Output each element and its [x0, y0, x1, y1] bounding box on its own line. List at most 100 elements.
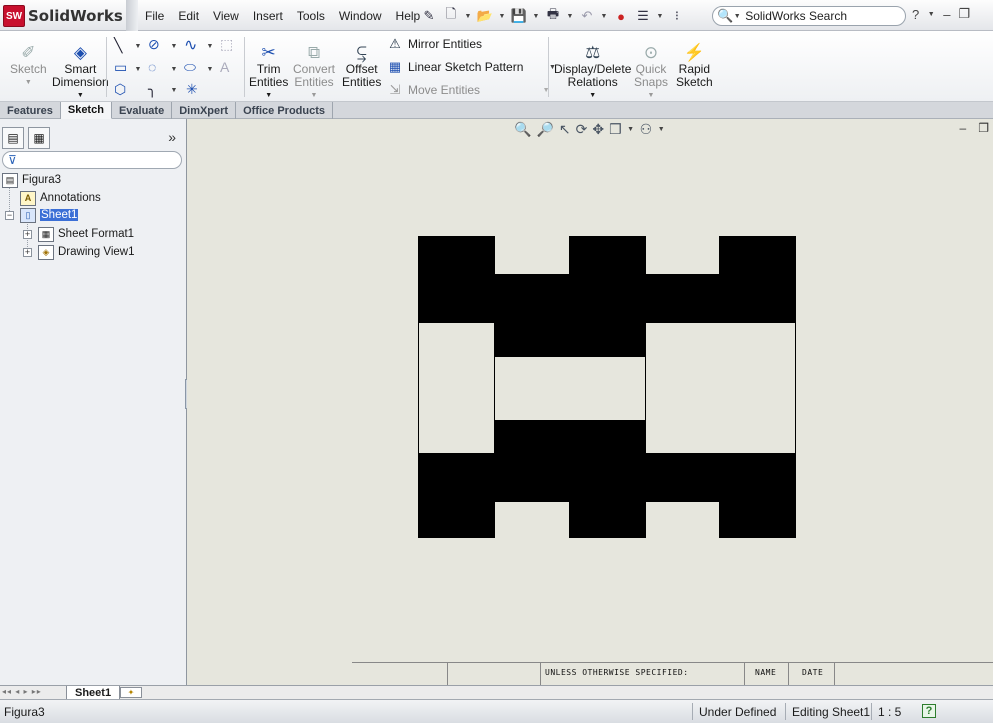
lower-center-block[interactable] [494, 420, 646, 455]
chevron-down-icon[interactable]: ▼ [600, 13, 608, 20]
bottom-right-block[interactable] [719, 453, 796, 538]
sketch-button[interactable]: ✐ Sketch ▼ [10, 41, 47, 89]
circle-icon[interactable]: ⊘ [148, 36, 160, 53]
tree-filter-input[interactable]: ⊽ [2, 151, 182, 169]
sketch-fillet-icon[interactable]: ╮ [148, 81, 156, 98]
rebuild-traffic-light-icon[interactable]: ● [612, 7, 630, 25]
new-document-icon[interactable]: 🗋 [442, 6, 460, 25]
upper-center-block[interactable] [494, 322, 646, 357]
bottom-left-block[interactable] [418, 453, 495, 538]
view-orientation-icon[interactable]: ❒ [609, 121, 622, 138]
open-folder-icon[interactable]: 📂 [476, 7, 494, 25]
add-sheet-icon[interactable]: ✦ [120, 687, 142, 698]
bottom-center-block[interactable] [569, 453, 646, 538]
menu-tools[interactable]: Tools [290, 9, 332, 23]
solidworks-logo[interactable]: SW SolidWorks [3, 5, 123, 27]
move-entities-button[interactable]: ⇲ Move Entities ▼ [386, 82, 550, 98]
restore-icon[interactable]: ❐ [958, 6, 970, 22]
more-icon[interactable]: ⁝ [668, 7, 686, 25]
property-manager-tab-icon[interactable]: ▦ [28, 127, 50, 149]
hide-show-items-icon[interactable]: ⚇ [640, 121, 653, 138]
chevron-down-icon[interactable]: ▼ [498, 13, 506, 20]
zoom-to-fit-icon[interactable]: 🔍 [514, 121, 531, 138]
chevron-down-icon[interactable]: ▼ [170, 66, 178, 73]
chevron-down-icon[interactable]: ▼ [206, 66, 214, 73]
expand-icon[interactable]: + [23, 230, 32, 239]
rotate-view-icon[interactable]: ⟳ [576, 121, 588, 138]
previous-view-icon[interactable]: ↖ [559, 121, 571, 138]
chevron-down-icon[interactable]: ▼ [733, 13, 741, 20]
minimize-icon[interactable]: – [943, 7, 950, 22]
pin-icon[interactable]: ✎ [420, 7, 438, 25]
mirror-entities-button[interactable]: ⚠ Mirror Entities [386, 36, 482, 52]
left-outline-rect[interactable] [418, 322, 495, 454]
text-icon[interactable]: A [220, 59, 229, 75]
menu-window[interactable]: Window [332, 9, 389, 23]
chevron-down-icon[interactable]: ▼ [170, 87, 178, 94]
tree-item-annotations[interactable]: A Annotations [20, 189, 101, 207]
tree-root[interactable]: ▤ Figura3 [2, 171, 61, 189]
help-icon[interactable]: ? [912, 7, 919, 22]
point-icon[interactable]: ✳ [186, 81, 198, 98]
tree-item-sheet[interactable]: ▯ Sheet1 [20, 206, 79, 224]
chevron-down-icon[interactable]: ▼ [170, 43, 178, 50]
ellipse-icon[interactable]: ⬭ [184, 59, 196, 76]
collapse-icon[interactable]: − [5, 211, 14, 220]
expand-icon[interactable]: + [23, 248, 32, 257]
undo-icon[interactable]: ↶ [578, 7, 596, 25]
tab-sketch[interactable]: Sketch [60, 102, 112, 119]
pan-icon[interactable]: ✥ [592, 121, 604, 138]
print-icon[interactable]: 🖶 [544, 6, 562, 25]
construction-geometry-icon[interactable]: ⬚ [220, 36, 233, 53]
line-icon[interactable]: ╲ [114, 37, 122, 54]
menu-view[interactable]: View [206, 9, 246, 23]
sheet-tab[interactable]: Sheet1 [66, 686, 121, 700]
menu-file[interactable]: File [138, 9, 171, 23]
graphics-area[interactable]: 🔍 🔎 ↖ ⟳ ✥ ❒ ▼ ⚇ ▼ – ❐ UNLESS OTHERWISE S… [187, 119, 993, 685]
chevron-down-icon[interactable]: ▼ [656, 13, 664, 20]
tab-dimxpert[interactable]: DimXpert [172, 102, 237, 119]
options-list-icon[interactable]: ☰ [634, 7, 652, 25]
smart-dimension-button[interactable]: ◈ Smart Dimension ▼ [52, 41, 109, 102]
display-delete-relations-button[interactable]: ⚖ Display/Delete Relations ▼ [554, 41, 631, 102]
tab-features[interactable]: Features [0, 102, 61, 119]
search-box[interactable]: 🔍 ▼ SolidWorks Search [712, 6, 906, 26]
minimize-icon[interactable]: – [960, 121, 967, 135]
convert-entities-button[interactable]: ⧉ Convert Entities ▼ [293, 41, 335, 102]
chevron-down-icon[interactable]: ▼ [627, 126, 635, 133]
rectangle-icon[interactable]: ▭ [114, 59, 127, 76]
tree-item-drawing-view[interactable]: ◈ Drawing View1 [38, 243, 135, 261]
spline-icon[interactable]: ∿ [184, 35, 197, 55]
chevron-down-icon[interactable]: ▼ [927, 11, 935, 18]
tab-evaluate[interactable]: Evaluate [112, 102, 173, 119]
chevron-down-icon[interactable]: ▼ [134, 43, 142, 50]
arc-icon[interactable]: ◌ [148, 59, 156, 75]
trim-entities-button[interactable]: ✂ Trim Entities ▼ [249, 41, 288, 102]
restore-icon[interactable]: ❐ [978, 121, 989, 135]
top-bar[interactable] [418, 274, 796, 323]
linear-sketch-pattern-button[interactable]: ▦ Linear Sketch Pattern ▼ [386, 59, 556, 75]
sheet-navigation-icon[interactable]: ◂◂ ◂ ▸ ▸▸ [2, 687, 42, 696]
search-input[interactable]: SolidWorks Search [745, 9, 847, 23]
feature-tree-tab-icon[interactable]: ▤ [2, 127, 24, 149]
expand-panel-icon[interactable]: » [168, 129, 176, 145]
chevron-down-icon[interactable]: ▼ [566, 13, 574, 20]
save-icon[interactable]: 💾 [510, 7, 528, 25]
chevron-down-icon[interactable]: ▼ [532, 13, 540, 20]
polygon-icon[interactable]: ⬡ [114, 81, 126, 98]
chevron-down-icon[interactable]: ▼ [134, 66, 142, 73]
center-outline-rect[interactable] [494, 356, 646, 421]
help-icon[interactable]: ? [922, 704, 936, 718]
rapid-sketch-button[interactable]: ⚡ Rapid Sketch [676, 41, 713, 89]
chevron-down-icon[interactable]: ▼ [206, 43, 214, 50]
tree-item-sheet-format[interactable]: ▦ Sheet Format1 [38, 225, 134, 243]
status-scale[interactable]: 1 : 5 [871, 703, 901, 720]
menu-insert[interactable]: Insert [246, 9, 290, 23]
tab-office-products[interactable]: Office Products [236, 102, 333, 119]
offset-entities-button[interactable]: ⥹ Offset Entities [342, 41, 381, 89]
menu-edit[interactable]: Edit [171, 9, 206, 23]
quick-snaps-button[interactable]: ⊙ Quick Snaps ▼ [634, 41, 668, 102]
chevron-down-icon[interactable]: ▼ [464, 13, 472, 20]
right-outline-rect[interactable] [645, 322, 796, 454]
chevron-down-icon[interactable]: ▼ [657, 126, 665, 133]
